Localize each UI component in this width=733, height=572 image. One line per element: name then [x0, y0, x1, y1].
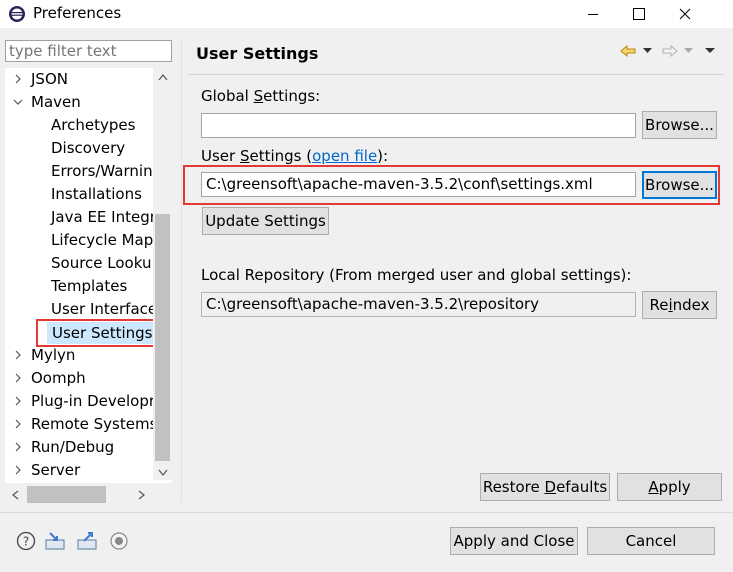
apply-and-close-button[interactable]: Apply and Close: [450, 527, 578, 555]
expand-icon[interactable]: [11, 413, 25, 435]
expand-icon[interactable]: [11, 367, 25, 389]
back-button[interactable]: [620, 42, 636, 60]
tree-item-user-settings[interactable]: User Settings: [47, 322, 153, 344]
expand-icon[interactable]: [11, 68, 25, 90]
help-icon[interactable]: ?: [15, 530, 37, 552]
local-repository-field: C:\greensoft\apache-maven-3.5.2\reposito…: [201, 292, 636, 317]
tree-item-installations[interactable]: Installations: [51, 183, 142, 206]
scroll-up-icon[interactable]: [155, 70, 170, 85]
expand-icon[interactable]: [11, 390, 25, 412]
page-title: User Settings: [196, 44, 319, 63]
tree-item-lifecycle-mappings[interactable]: Lifecycle Map: [51, 229, 153, 252]
update-settings-button[interactable]: Update Settings: [202, 207, 329, 235]
open-file-link[interactable]: open file: [312, 147, 377, 165]
view-menu-chevron-down-icon[interactable]: [705, 42, 715, 60]
export-icon[interactable]: [76, 530, 98, 552]
cancel-button[interactable]: Cancel: [587, 527, 715, 555]
scroll-left-icon[interactable]: [8, 487, 22, 502]
close-button[interactable]: [662, 0, 708, 28]
user-settings-label: User Settings (open file):: [201, 147, 389, 165]
horizontal-scroll-thumb[interactable]: [27, 486, 106, 503]
user-browse-button[interactable]: Browse...: [642, 171, 717, 199]
forward-menu-chevron-down-icon[interactable]: [684, 42, 693, 60]
back-menu-chevron-down-icon[interactable]: [643, 42, 652, 60]
header-separator: [188, 74, 724, 75]
user-settings-field[interactable]: C:\greensoft\apache-maven-3.5.2\conf\set…: [201, 172, 636, 197]
apply-button[interactable]: Apply: [617, 473, 722, 501]
tree-item-user-interface[interactable]: User Interface: [51, 298, 157, 321]
highlight-box-user-settings: User Settings: [36, 319, 155, 347]
tree-item-source-lookup[interactable]: Source Looku: [51, 252, 151, 275]
expand-icon[interactable]: [11, 436, 25, 458]
reindex-button[interactable]: Reindex: [642, 291, 717, 319]
local-repository-label: Local Repository (From merged user and g…: [201, 266, 632, 284]
scroll-right-icon[interactable]: [134, 487, 148, 502]
eclipse-app-icon: [8, 5, 26, 23]
maximize-button[interactable]: [616, 0, 662, 28]
tree-item-java-ee-integration[interactable]: Java EE Integra: [51, 206, 165, 229]
pane-divider[interactable]: [181, 40, 182, 503]
tree-item-templates[interactable]: Templates: [51, 275, 127, 298]
tree-item-discovery[interactable]: Discovery: [51, 137, 125, 160]
tree-item-archetypes[interactable]: Archetypes: [51, 114, 135, 137]
filter-input[interactable]: [5, 40, 172, 62]
global-settings-field[interactable]: [201, 113, 636, 138]
window-title: Preferences: [33, 4, 122, 22]
record-icon[interactable]: [108, 530, 130, 552]
global-settings-label: Global Settings:: [201, 87, 321, 105]
minimize-button[interactable]: [570, 0, 616, 28]
preference-tree: JSON Maven Archetypes Discovery Errors/W…: [5, 68, 172, 490]
collapse-icon[interactable]: [11, 91, 25, 113]
expand-icon[interactable]: [11, 344, 25, 366]
tree-item-errors-warnings[interactable]: Errors/Warnin: [51, 160, 153, 183]
restore-defaults-button[interactable]: Restore Defaults: [480, 473, 610, 501]
footer-separator: [0, 512, 733, 513]
forward-button[interactable]: [662, 42, 678, 60]
vertical-scroll-thumb[interactable]: [155, 214, 170, 461]
global-browse-button[interactable]: Browse...: [642, 111, 717, 139]
svg-text:?: ?: [23, 535, 29, 549]
scroll-down-icon[interactable]: [155, 465, 170, 480]
expand-icon[interactable]: [11, 459, 25, 481]
import-icon[interactable]: [44, 530, 66, 552]
